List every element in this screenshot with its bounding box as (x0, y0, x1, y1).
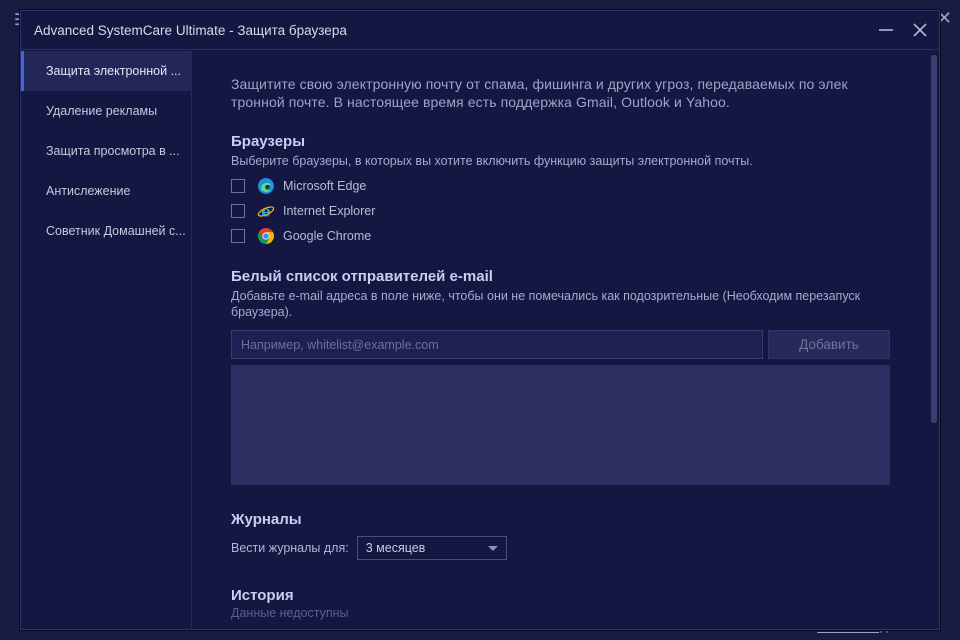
minimize-button[interactable] (873, 17, 899, 43)
browser-row-edge: Microsoft Edge (231, 173, 891, 198)
ie-icon: e (257, 202, 275, 220)
svg-text:e: e (261, 202, 271, 220)
logs-row: Вести журналы для: 3 месяцев (231, 536, 891, 560)
browser-label: Internet Explorer (283, 203, 376, 218)
intro-text: Защитите свою электронную почту от спама… (231, 76, 848, 110)
history-description: Данные недоступны (231, 606, 349, 620)
browsers-description: Выберите браузеры, в которых вы хотите в… (231, 154, 753, 168)
title-bar: Advanced SystemCare Ultimate - Защита бр… (21, 11, 939, 50)
browser-row-chrome: Google Chrome (231, 223, 891, 248)
browser-label: Google Chrome (283, 228, 372, 243)
close-button[interactable] (907, 17, 933, 43)
whitelist-description: Добавьте e-mail адреса в поле ниже, чтоб… (231, 289, 861, 319)
ie-checkbox[interactable] (231, 203, 245, 218)
browser-protection-dialog: Advanced SystemCare Ultimate - Защита бр… (20, 10, 940, 630)
chrome-icon (257, 227, 275, 244)
sidebar-item-home-advisor[interactable]: Советник Домашней с... (21, 211, 191, 251)
sidebar-item-label: Защита электронной ... (46, 64, 181, 78)
window-title: Advanced SystemCare Ultimate - Защита бр… (34, 22, 347, 38)
browser-label: Microsoft Edge (283, 178, 367, 193)
browser-list: Microsoft Edge e Internet Explorer Googl… (231, 173, 891, 248)
edge-checkbox[interactable] (231, 178, 245, 193)
chrome-checkbox[interactable] (231, 228, 245, 243)
sidebar-item-email-protection[interactable]: Защита электронной ... (21, 51, 191, 91)
whitelist-input-row: Добавить (231, 330, 891, 359)
logs-period-select[interactable]: 3 месяцев (356, 536, 507, 560)
close-icon (913, 23, 927, 37)
sidebar-item-label: Советник Домашней с... (46, 224, 186, 238)
sidebar-item-browsing-protection[interactable]: Защита просмотра в ... (21, 131, 191, 171)
sidebar: Защита электронной ... Удаление рекламы … (21, 51, 192, 629)
sidebar-item-label: Защита просмотра в ... (46, 144, 180, 158)
whitelist-email-input[interactable] (231, 330, 763, 359)
browsers-title: Браузеры (231, 133, 306, 150)
browser-row-ie: e Internet Explorer (231, 198, 891, 223)
chevron-down-icon (487, 545, 498, 551)
whitelist-list[interactable] (231, 365, 890, 485)
minimize-icon (879, 29, 893, 31)
logs-title: Журналы (231, 511, 302, 528)
add-button[interactable]: Добавить (768, 330, 890, 359)
history-title: История (231, 587, 294, 604)
sidebar-item-ad-removal[interactable]: Удаление рекламы (21, 91, 191, 131)
main-content: Защитите свою электронную почту от спама… (193, 51, 929, 629)
logs-period-value: 3 месяцев (365, 541, 426, 555)
scrollbar[interactable] (931, 55, 937, 423)
sidebar-item-label: Удаление рекламы (46, 104, 158, 118)
sidebar-item-anti-tracking[interactable]: Антислежение (21, 171, 191, 211)
keep-logs-label: Вести журналы для: (231, 541, 349, 555)
edge-icon (258, 177, 274, 194)
whitelist-title: Белый список отправителей e-mail (231, 268, 493, 285)
window-controls (873, 17, 933, 43)
sidebar-item-label: Антислежение (46, 184, 131, 198)
